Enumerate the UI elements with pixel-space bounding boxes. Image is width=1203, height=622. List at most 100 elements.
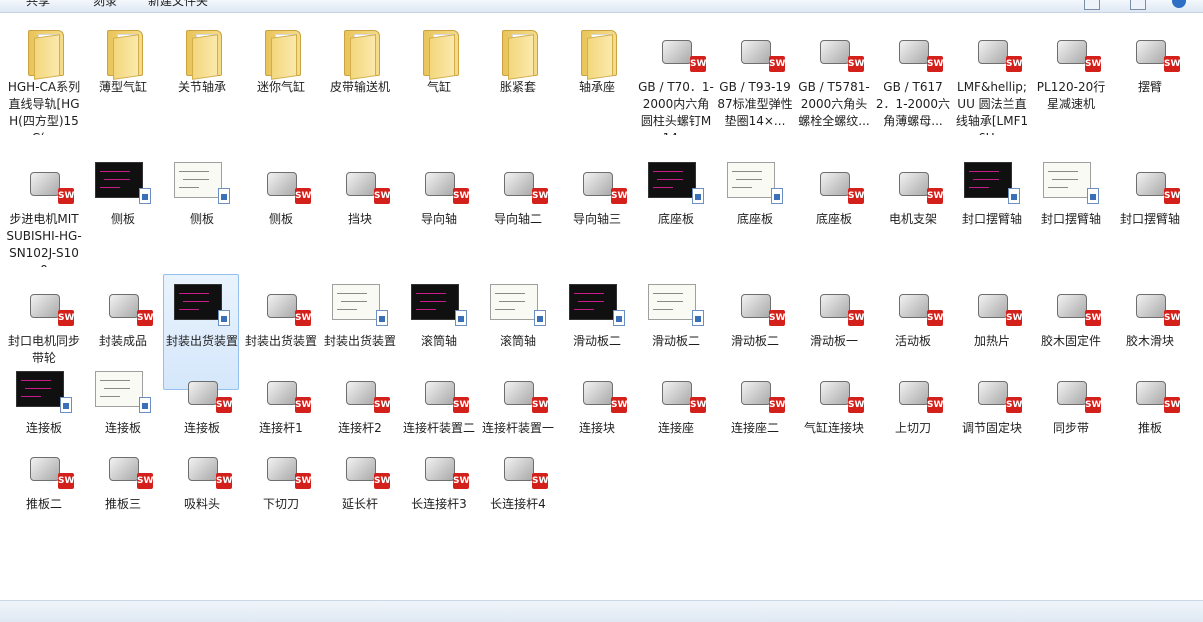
burn-button[interactable]: 刻录 [93, 0, 117, 9]
item-label: 薄型气缸 [98, 80, 147, 94]
item-label: 下切刀 [262, 497, 299, 511]
sw-part-icon: SW [1120, 280, 1180, 332]
item-label: 调节固定块 [961, 421, 1022, 435]
item-label: 封装出货装置 [323, 334, 396, 348]
item-label: 导向轴 [420, 212, 457, 226]
file-item[interactable]: SW 导向轴 [400, 152, 476, 268]
drawing-icon [93, 158, 153, 210]
solidworks-badge-icon: SW [1006, 56, 1022, 72]
file-item[interactable]: 封口摆臂轴 [1032, 152, 1108, 268]
file-item[interactable]: SW 上切刀 [874, 361, 950, 477]
solidworks-badge-icon: SW [137, 473, 153, 489]
solidworks-badge-icon: SW [927, 310, 943, 326]
item-label: 滑动板二 [651, 334, 700, 348]
folder-item[interactable]: 皮带输送机 [321, 20, 397, 136]
item-label: 推板三 [104, 497, 141, 511]
solidworks-badge-icon: SW [453, 473, 469, 489]
folder-item[interactable]: 胀紧套 [479, 20, 555, 136]
file-item[interactable]: SW 连接座 [637, 361, 713, 477]
drawing-icon [725, 158, 785, 210]
sw-part-icon: SW [567, 367, 627, 419]
item-label: 封装出货装置 [244, 334, 317, 348]
file-item[interactable]: SW GB / T6172．1-2000六角薄螺母... [874, 20, 950, 136]
file-item[interactable]: SW 同步带 [1032, 361, 1108, 477]
file-item[interactable]: SW 调节固定块 [953, 361, 1029, 477]
folder-item[interactable]: 轴承座 [558, 20, 634, 136]
solidworks-badge-icon: SW [611, 188, 627, 204]
sw-part-icon: SW [883, 367, 943, 419]
file-item[interactable]: SW 导向轴二 [479, 152, 555, 268]
file-item[interactable]: SW 导向轴三 [558, 152, 634, 268]
file-item[interactable]: SW 气缸连接块 [795, 361, 871, 477]
file-item[interactable]: SW PL120-20行星减速机 [1032, 20, 1108, 136]
solidworks-badge-icon: SW [611, 397, 627, 413]
file-item[interactable]: SW 长连接杆3 [400, 437, 476, 553]
file-item[interactable]: SW 推板二 [5, 437, 81, 553]
item-label: 封口摆臂轴 [1040, 212, 1101, 226]
file-item[interactable]: 侧板 [163, 152, 239, 268]
file-item[interactable]: SW 步进电机MITSUBISHI-HG-SN102J-S100 [5, 152, 82, 268]
file-item[interactable]: SW GB / T93-1987标准型弹性垫圈14×... [716, 20, 793, 136]
file-item[interactable]: SW GB / T70．1-2000内六角圆柱头螺钉M14... [637, 20, 714, 136]
folder-item[interactable]: 气缸 [400, 20, 476, 136]
document-badge-icon [534, 310, 546, 326]
solidworks-badge-icon: SW [1164, 397, 1180, 413]
item-label: 侧板 [110, 212, 135, 226]
new-folder-button[interactable]: 新建文件夹 [148, 0, 208, 9]
solidworks-badge-icon: SW [1085, 56, 1101, 72]
file-item[interactable]: 侧板 [84, 152, 160, 268]
solidworks-badge-icon: SW [927, 188, 943, 204]
share-button[interactable]: 共享 [26, 0, 50, 9]
drawing-icon [646, 158, 706, 210]
view-options-icon[interactable] [1084, 0, 1100, 10]
file-item[interactable]: 封口摆臂轴 [953, 152, 1029, 268]
solidworks-badge-icon: SW [1006, 310, 1022, 326]
item-label: 封装成品 [98, 334, 147, 348]
solidworks-badge-icon: SW [532, 473, 548, 489]
file-item[interactable]: SW 延长杆 [321, 437, 397, 553]
file-item[interactable]: SW 连接座二 [716, 361, 792, 477]
sw-part-icon: SW [93, 280, 153, 332]
sw-part-icon: SW [330, 158, 390, 210]
folder-icon [251, 26, 311, 80]
solidworks-badge-icon: SW [532, 397, 548, 413]
file-item[interactable]: SW 下切刀 [242, 437, 318, 553]
file-item[interactable]: SW 封口摆臂轴 [1111, 152, 1187, 268]
file-item[interactable]: SW 摆臂 [1111, 20, 1187, 136]
sw-part-icon: SW [251, 158, 311, 210]
sw-part-icon: SW [409, 367, 469, 419]
file-item[interactable]: SW 挡块 [321, 152, 397, 268]
file-item[interactable]: SW 推板三 [84, 437, 160, 553]
folder-item[interactable]: 关节轴承 [163, 20, 239, 136]
file-item[interactable]: SW 电机支架 [874, 152, 950, 268]
status-bar [0, 600, 1203, 622]
folder-icon [330, 26, 390, 80]
item-label: 加热片 [973, 334, 1010, 348]
item-label: 导向轴三 [572, 212, 621, 226]
file-item[interactable]: SW 推板 [1111, 361, 1187, 477]
file-item[interactable]: SW 长连接杆4 [479, 437, 555, 553]
folder-item[interactable]: HGH-CA系列直线导轨[HGH(四方型)15C(... [5, 20, 81, 136]
file-item[interactable]: 底座板 [716, 152, 792, 268]
sw-part-icon: SW [172, 367, 232, 419]
solidworks-badge-icon: SW [374, 397, 390, 413]
file-item[interactable]: SW 吸料头 [163, 437, 239, 553]
solidworks-badge-icon: SW [374, 473, 390, 489]
file-item[interactable]: SW 侧板 [242, 152, 318, 268]
document-badge-icon [1087, 188, 1099, 204]
file-item[interactable]: SW LMF&hellip;UU 圆法兰直线轴承[LMF16U... [953, 20, 1029, 136]
file-item[interactable]: SW 底座板 [795, 152, 871, 268]
sw-part-icon: SW [1041, 367, 1101, 419]
solidworks-badge-icon: SW [216, 397, 232, 413]
preview-pane-icon[interactable] [1130, 0, 1146, 10]
folder-item[interactable]: 薄型气缸 [84, 20, 160, 136]
folder-item[interactable]: 迷你气缸 [242, 20, 318, 136]
item-label: HGH-CA系列直线导轨[HGH(四方型)15C(... [7, 80, 81, 135]
file-item[interactable]: 底座板 [637, 152, 713, 268]
solidworks-badge-icon: SW [295, 188, 311, 204]
file-item[interactable]: SW GB / T5781-2000六角头螺栓全螺纹... [795, 20, 871, 136]
solidworks-badge-icon: SW [690, 56, 706, 72]
file-item[interactable]: SW 连接块 [558, 361, 634, 477]
help-icon[interactable] [1172, 0, 1186, 8]
sw-part-icon: SW [488, 158, 548, 210]
